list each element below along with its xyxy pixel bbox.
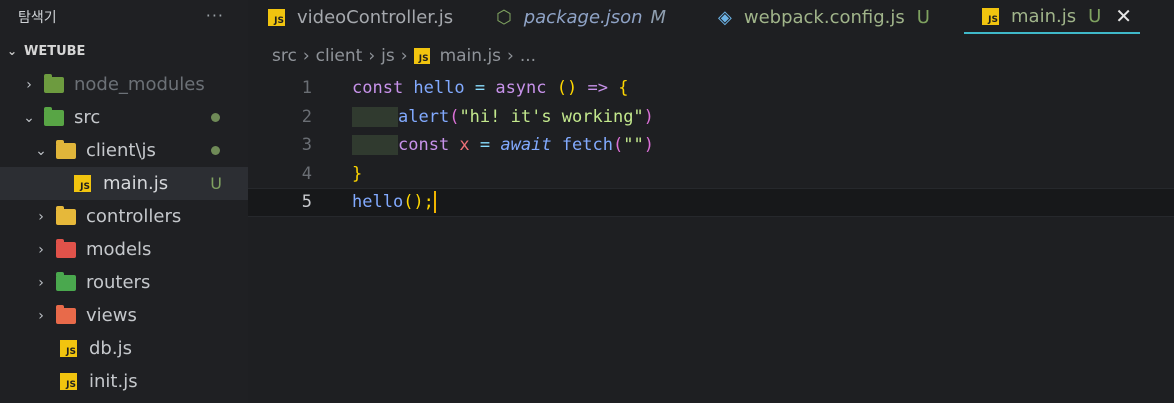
code-line-current[interactable]: 5 hello();	[248, 188, 1174, 217]
modified-badge: M	[650, 6, 667, 28]
line-number: 5	[301, 192, 312, 213]
code-text: const hello = async () => {	[352, 78, 629, 99]
breadcrumb-item[interactable]: client	[316, 46, 363, 66]
chevron-right-icon: ›	[38, 241, 44, 258]
webpack-icon: ◈	[718, 6, 732, 28]
untracked-badge: U	[1088, 5, 1102, 27]
tree-item-controllers[interactable]: › controllers	[0, 200, 248, 233]
routers-folder-icon	[56, 271, 76, 291]
code-text: }	[352, 163, 363, 184]
chevron-right-icon: ›	[26, 76, 32, 93]
tree-item-main-js[interactable]: JS main.js U	[0, 167, 248, 200]
code-line[interactable]: 2 alert("hi! it's working")	[248, 103, 1174, 132]
tree-item-label: init.js	[89, 371, 138, 392]
chevron-down-icon: ⌄	[23, 109, 35, 126]
line-number: 2	[301, 106, 312, 127]
tab-label: webpack.config.js	[743, 6, 905, 28]
tab-label: videoController.js	[297, 6, 454, 28]
indent-guide	[352, 135, 398, 156]
file-tree: › node_modules ⌄ src ⌄ client\js JS main…	[0, 68, 248, 398]
vscode-window: 탐색기 ··· ⌄ WETUBE › node_modules ⌄ src ⌄ …	[0, 0, 1174, 403]
tab-main-js[interactable]: JS main.js U ✕	[964, 0, 1140, 34]
tree-item-client-js[interactable]: ⌄ client\js	[0, 134, 248, 167]
chevron-down-icon: ⌄	[35, 142, 47, 159]
chevron-right-icon: ›	[400, 46, 408, 66]
views-folder-icon	[56, 304, 76, 324]
tree-item-label: node_modules	[74, 74, 205, 95]
chevron-right-icon: ›	[38, 307, 44, 324]
line-number: 4	[301, 163, 312, 184]
node-folder-icon	[44, 73, 64, 93]
untracked-badge: U	[210, 174, 222, 193]
tree-item-label: controllers	[86, 206, 182, 227]
chevron-right-icon: ›	[38, 208, 44, 225]
tab-video-controller[interactable]: JS videoController.js	[248, 0, 484, 34]
tree-item-init-js[interactable]: JS init.js	[0, 365, 248, 398]
controllers-folder-icon	[56, 205, 76, 225]
indent-guide	[352, 106, 398, 127]
nodejs-icon: ⬡	[496, 6, 512, 28]
js-file-icon: JS	[60, 373, 77, 390]
js-file-icon: JS	[74, 175, 91, 192]
js-file-icon: JS	[982, 7, 999, 25]
explorer-title: 탐색기	[18, 10, 57, 26]
js-file-icon: JS	[268, 8, 285, 26]
tree-item-label: db.js	[89, 338, 132, 359]
js-file-icon: JS	[60, 340, 77, 357]
tree-item-label: models	[86, 239, 152, 260]
tree-item-label: client\js	[86, 140, 156, 161]
code-text: alert("hi! it's working")	[352, 106, 654, 127]
tree-item-models[interactable]: › models	[0, 233, 248, 266]
chevron-right-icon: ›	[302, 46, 310, 66]
chevron-right-icon: ›	[507, 46, 514, 66]
code-line[interactable]: 4 }	[248, 160, 1174, 189]
close-icon[interactable]: ✕	[1115, 4, 1132, 28]
chevron-right-icon: ›	[38, 274, 44, 291]
modified-dot-icon	[211, 146, 220, 155]
workspace-root[interactable]: ⌄ WETUBE	[0, 34, 248, 68]
tree-item-node-modules[interactable]: › node_modules	[0, 68, 248, 101]
more-actions-icon[interactable]: ···	[206, 6, 224, 25]
editor-tab-bar: JS videoController.js ⬡ package.json M ◈…	[248, 0, 1174, 34]
src-folder-icon	[44, 106, 64, 126]
untracked-badge: U	[916, 6, 930, 28]
explorer-header: 탐색기 ···	[0, 0, 248, 34]
code-text: hello();	[352, 191, 436, 214]
tree-item-db-js[interactable]: JS db.js	[0, 332, 248, 365]
js-folder-icon	[56, 139, 76, 159]
line-number: 3	[301, 135, 312, 156]
breadcrumb-item[interactable]: js	[381, 46, 395, 66]
tree-item-label: routers	[86, 272, 151, 293]
tree-item-label: main.js	[103, 173, 169, 194]
explorer-sidebar: 탐색기 ··· ⌄ WETUBE › node_modules ⌄ src ⌄ …	[0, 0, 248, 403]
tree-item-src[interactable]: ⌄ src	[0, 101, 248, 134]
models-folder-icon	[56, 238, 76, 258]
tab-package-json[interactable]: ⬡ package.json M	[484, 0, 704, 34]
tree-item-label: views	[86, 305, 137, 326]
breadcrumb-item[interactable]: ...	[520, 46, 536, 66]
workspace-root-label: WETUBE	[24, 43, 86, 59]
chevron-right-icon: ›	[368, 46, 376, 66]
breadcrumb-item[interactable]: main.js	[440, 46, 501, 66]
tab-label: main.js	[1011, 5, 1077, 27]
breadcrumb: src › client › js › JS main.js › ...	[272, 46, 536, 66]
tree-item-label: src	[74, 107, 101, 128]
js-file-icon: JS	[413, 48, 430, 64]
text-cursor	[433, 191, 436, 214]
chevron-down-icon: ⌄	[6, 44, 18, 58]
tree-item-views[interactable]: › views	[0, 299, 248, 332]
code-editor[interactable]: 1 const hello = async () => { 2 alert("h…	[248, 74, 1174, 403]
code-line[interactable]: 1 const hello = async () => {	[248, 74, 1174, 103]
code-text: const x = await fetch("")	[352, 135, 654, 156]
line-number: 1	[301, 78, 312, 99]
breadcrumb-item[interactable]: src	[272, 46, 297, 66]
tab-label: package.json	[523, 6, 643, 28]
tab-webpack-config[interactable]: ◈ webpack.config.js U	[704, 0, 964, 34]
tree-item-routers[interactable]: › routers	[0, 266, 248, 299]
code-line[interactable]: 3 const x = await fetch("")	[248, 131, 1174, 160]
modified-dot-icon	[211, 113, 220, 122]
